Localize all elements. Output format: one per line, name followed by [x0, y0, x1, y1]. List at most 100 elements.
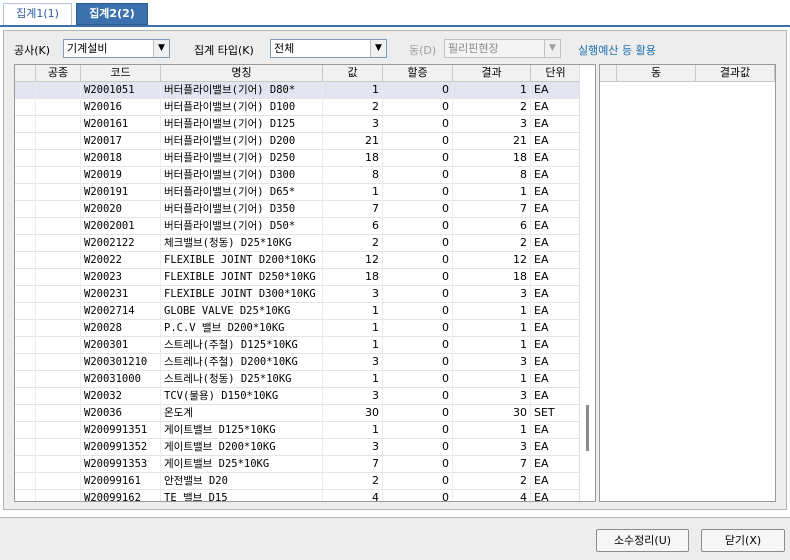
- scrollbar-thumb[interactable]: [586, 405, 589, 451]
- name-cell[interactable]: 게이트밸브 D200*10KG: [161, 439, 323, 456]
- unit-cell[interactable]: EA: [531, 337, 581, 354]
- unit-cell[interactable]: EA: [531, 303, 581, 320]
- value-cell[interactable]: 2: [323, 473, 383, 490]
- value-cell[interactable]: 2: [323, 235, 383, 252]
- code-cell[interactable]: W2001051: [81, 82, 161, 99]
- summary-type-select[interactable]: 전체 ▼: [270, 39, 387, 58]
- value-cell[interactable]: 1: [323, 422, 383, 439]
- extra-cell[interactable]: 0: [383, 303, 453, 320]
- row-checkbox-cell[interactable]: [15, 490, 36, 501]
- result-cell[interactable]: 3: [453, 354, 531, 371]
- name-cell[interactable]: FLEXIBLE JOINT D250*10KG: [161, 269, 323, 286]
- name-cell[interactable]: 버터플라이밸브(기어) D200: [161, 133, 323, 150]
- unit-cell[interactable]: EA: [531, 320, 581, 337]
- work-type-cell[interactable]: [36, 422, 81, 439]
- extra-cell[interactable]: 0: [383, 218, 453, 235]
- table-row[interactable]: W2001051 버터플라이밸브(기어) D80* 1 0 1 EA: [15, 82, 581, 99]
- row-checkbox-cell[interactable]: [15, 269, 36, 286]
- unit-cell[interactable]: EA: [531, 235, 581, 252]
- row-checkbox-cell[interactable]: [15, 422, 36, 439]
- close-button[interactable]: 닫기(X): [701, 529, 785, 552]
- value-cell[interactable]: 7: [323, 201, 383, 218]
- extra-cell[interactable]: 0: [383, 422, 453, 439]
- code-cell[interactable]: W20017: [81, 133, 161, 150]
- name-cell[interactable]: FLEXIBLE JOINT D300*10KG: [161, 286, 323, 303]
- row-checkbox-cell[interactable]: [15, 235, 36, 252]
- extra-cell[interactable]: 0: [383, 439, 453, 456]
- name-cell[interactable]: 게이트밸브 D125*10KG: [161, 422, 323, 439]
- code-cell[interactable]: W20032: [81, 388, 161, 405]
- extra-cell[interactable]: 0: [383, 133, 453, 150]
- name-cell[interactable]: 버터플라이밸브(기어) D100: [161, 99, 323, 116]
- row-checkbox-cell[interactable]: [15, 82, 36, 99]
- value-cell[interactable]: 1: [323, 371, 383, 388]
- code-cell[interactable]: W200191: [81, 184, 161, 201]
- table-row[interactable]: W20016 버터플라이밸브(기어) D100 2 0 2 EA: [15, 99, 581, 116]
- work-type-cell[interactable]: [36, 388, 81, 405]
- name-cell[interactable]: 버터플라이밸브(기어) D50*: [161, 218, 323, 235]
- work-type-cell[interactable]: [36, 269, 81, 286]
- table-row[interactable]: W20032 TCV(물용) D150*10KG 3 0 3 EA: [15, 388, 581, 405]
- work-type-cell[interactable]: [36, 201, 81, 218]
- row-checkbox-cell[interactable]: [15, 456, 36, 473]
- table-row[interactable]: W20036 온도계 30 0 30 SET: [15, 405, 581, 422]
- row-checkbox-cell[interactable]: [15, 167, 36, 184]
- extra-cell[interactable]: 0: [383, 337, 453, 354]
- value-cell[interactable]: 3: [323, 354, 383, 371]
- code-cell[interactable]: W200231: [81, 286, 161, 303]
- value-cell[interactable]: 1: [323, 320, 383, 337]
- table-row[interactable]: W20031000 스트레나(청동) D25*10KG 1 0 1 EA: [15, 371, 581, 388]
- header-code[interactable]: 코드: [81, 65, 161, 82]
- name-cell[interactable]: 버터플라이밸브(기어) D125: [161, 116, 323, 133]
- value-cell[interactable]: 7: [323, 456, 383, 473]
- extra-cell[interactable]: 0: [383, 354, 453, 371]
- header-result[interactable]: 결과: [453, 65, 531, 82]
- value-cell[interactable]: 4: [323, 490, 383, 501]
- work-type-cell[interactable]: [36, 218, 81, 235]
- code-cell[interactable]: W200991352: [81, 439, 161, 456]
- extra-cell[interactable]: 0: [383, 235, 453, 252]
- table-row[interactable]: W20023 FLEXIBLE JOINT D250*10KG 18 0 18 EA: [15, 269, 581, 286]
- table-row[interactable]: W20099162 TE 밸브 D15 4 0 4 EA: [15, 490, 581, 501]
- extra-cell[interactable]: 0: [383, 99, 453, 116]
- table-row[interactable]: W2002714 GLOBE VALVE D25*10KG 1 0 1 EA: [15, 303, 581, 320]
- row-checkbox-cell[interactable]: [15, 218, 36, 235]
- code-cell[interactable]: W2002001: [81, 218, 161, 235]
- extra-cell[interactable]: 0: [383, 388, 453, 405]
- row-checkbox-cell[interactable]: [15, 150, 36, 167]
- row-checkbox-cell[interactable]: [15, 286, 36, 303]
- value-cell[interactable]: 18: [323, 150, 383, 167]
- name-cell[interactable]: 버터플라이밸브(기어) D250: [161, 150, 323, 167]
- code-cell[interactable]: W200301210: [81, 354, 161, 371]
- result-cell[interactable]: 7: [453, 201, 531, 218]
- row-checkbox-cell[interactable]: [15, 320, 36, 337]
- extra-cell[interactable]: 0: [383, 82, 453, 99]
- result-cell[interactable]: 3: [453, 286, 531, 303]
- extra-cell[interactable]: 0: [383, 456, 453, 473]
- work-type-cell[interactable]: [36, 439, 81, 456]
- extra-cell[interactable]: 0: [383, 269, 453, 286]
- name-cell[interactable]: 버터플라이밸브(기어) D300: [161, 167, 323, 184]
- table-row[interactable]: W20017 버터플라이밸브(기어) D200 21 0 21 EA: [15, 133, 581, 150]
- work-type-cell[interactable]: [36, 82, 81, 99]
- result-cell[interactable]: 1: [453, 82, 531, 99]
- name-cell[interactable]: 안전밸브 D20: [161, 473, 323, 490]
- result-cell[interactable]: 1: [453, 184, 531, 201]
- code-cell[interactable]: W200991353: [81, 456, 161, 473]
- work-type-cell[interactable]: [36, 320, 81, 337]
- chevron-down-icon[interactable]: ▼: [153, 40, 169, 57]
- result-cell[interactable]: 7: [453, 456, 531, 473]
- construction-select[interactable]: 기계설비 ▼: [63, 39, 170, 58]
- work-type-cell[interactable]: [36, 116, 81, 133]
- header-extra[interactable]: 할증: [383, 65, 453, 82]
- code-cell[interactable]: W20022: [81, 252, 161, 269]
- name-cell[interactable]: 버터플라이밸브(기어) D80*: [161, 82, 323, 99]
- value-cell[interactable]: 6: [323, 218, 383, 235]
- result-cell[interactable]: 3: [453, 388, 531, 405]
- unit-cell[interactable]: EA: [531, 150, 581, 167]
- extra-cell[interactable]: 0: [383, 184, 453, 201]
- name-cell[interactable]: 스트레나(청동) D25*10KG: [161, 371, 323, 388]
- work-type-cell[interactable]: [36, 167, 81, 184]
- table-row[interactable]: W200991351 게이트밸브 D125*10KG 1 0 1 EA: [15, 422, 581, 439]
- row-checkbox-cell[interactable]: [15, 116, 36, 133]
